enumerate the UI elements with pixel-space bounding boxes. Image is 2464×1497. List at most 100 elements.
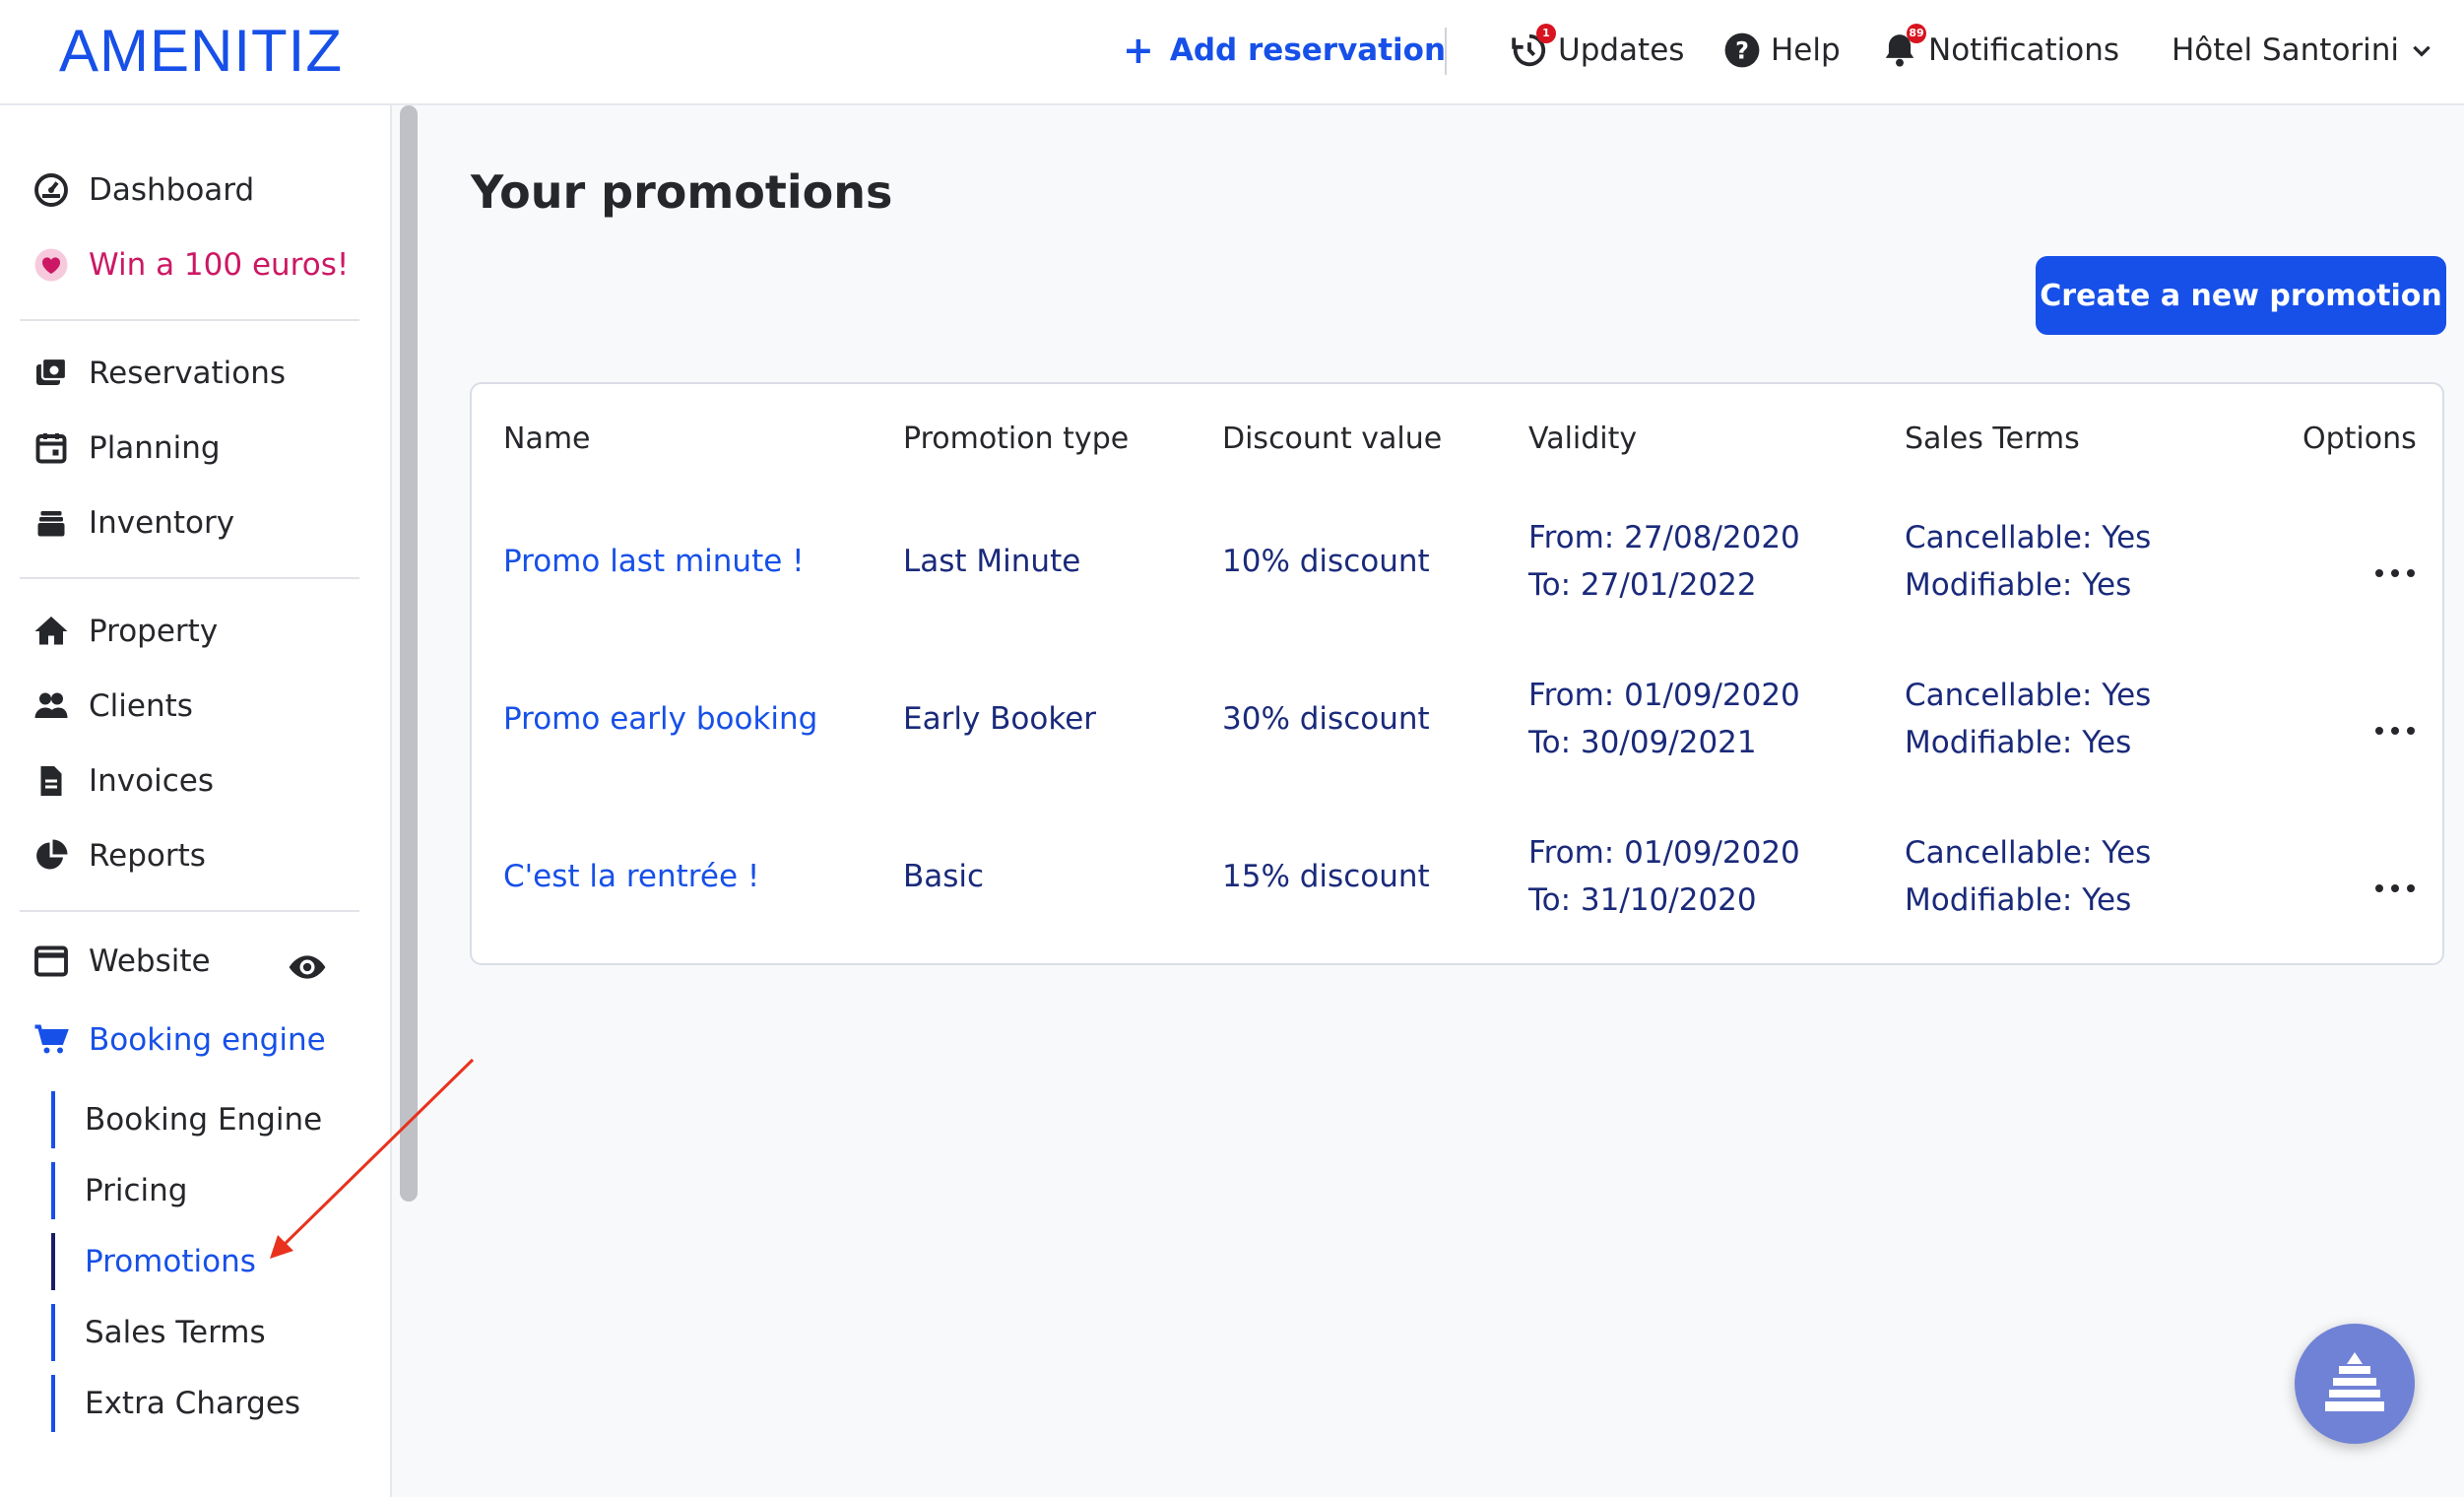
promotion-name-link[interactable]: Promo early booking bbox=[503, 695, 817, 743]
plus-icon: + bbox=[1123, 29, 1154, 72]
sidebar-item-label: Reports bbox=[89, 838, 206, 874]
sales-term-modifiable: Modifiable: Yes bbox=[1905, 882, 2132, 918]
question-circle-icon: ? bbox=[1723, 32, 1761, 69]
svg-text:?: ? bbox=[1735, 37, 1749, 65]
promotion-type: Basic bbox=[903, 859, 985, 894]
reservations-icon bbox=[36, 357, 68, 385]
help-button[interactable]: ? Help bbox=[1723, 26, 1841, 75]
sales-term-modifiable: Modifiable: Yes bbox=[1905, 567, 2132, 603]
discount-value: 30% discount bbox=[1222, 701, 1430, 737]
sidebar-item-label: Property bbox=[89, 614, 219, 649]
column-header-name: Name bbox=[503, 422, 591, 456]
promotions-table: Name Promotion type Discount value Valid… bbox=[470, 382, 2444, 965]
sidebar-item-inventory[interactable]: Inventory bbox=[33, 501, 234, 545]
sidebar-item-planning[interactable]: Planning bbox=[33, 426, 221, 470]
submenu-item-label: Extra Charges bbox=[85, 1386, 301, 1421]
updates-badge: 1 bbox=[1536, 24, 1556, 43]
validity-from: From: 27/08/2020 bbox=[1528, 520, 1800, 555]
sidebar-item-label: Website bbox=[89, 944, 211, 979]
dashboard-gauge-icon bbox=[34, 173, 68, 207]
submenu-item-label: Pricing bbox=[85, 1173, 188, 1208]
users-icon bbox=[34, 692, 68, 718]
sales-term-modifiable: Modifiable: Yes bbox=[1905, 725, 2132, 760]
sidebar-item-label: Invoices bbox=[89, 763, 214, 799]
discount-value: 15% discount bbox=[1222, 859, 1430, 894]
sidebar-scrollbar[interactable] bbox=[400, 105, 418, 1202]
column-header-promotion-type: Promotion type bbox=[903, 422, 1130, 456]
history-icon: 1 bbox=[1511, 24, 1556, 69]
sidebar-item-label: Reservations bbox=[89, 356, 287, 391]
sidebar-item-label: Booking engine bbox=[89, 1022, 326, 1058]
annotation-arrow bbox=[270, 1058, 475, 1259]
validity-to: To: 31/10/2020 bbox=[1528, 882, 1757, 918]
notifications-badge: 89 bbox=[1907, 24, 1926, 43]
column-header-discount-value: Discount value bbox=[1222, 422, 1443, 456]
pie-chart-icon bbox=[36, 839, 68, 870]
more-options-icon[interactable] bbox=[2375, 879, 2415, 898]
invoice-document-icon bbox=[40, 766, 62, 796]
sidebar-item-win-100-euros[interactable]: Win a 100 euros! bbox=[33, 243, 349, 287]
more-options-icon[interactable] bbox=[2375, 563, 2415, 583]
sidebar-item-reservations[interactable]: Reservations bbox=[33, 352, 286, 395]
amenitiz-logo[interactable]: AMENITIZ bbox=[59, 20, 343, 83]
submenu-item-sales-terms[interactable]: Sales Terms bbox=[51, 1304, 266, 1361]
promotion-type: Early Booker bbox=[903, 701, 1097, 737]
help-label: Help bbox=[1771, 33, 1841, 68]
validity-to: To: 30/09/2021 bbox=[1528, 725, 1757, 760]
promotion-name-link[interactable]: Promo last minute ! bbox=[503, 538, 805, 585]
bell-icon: 89 bbox=[1881, 24, 1926, 69]
submenu-item-label: Promotions bbox=[85, 1244, 256, 1279]
calendar-icon bbox=[35, 433, 67, 464]
notifications-label: Notifications bbox=[1928, 33, 2120, 68]
pagoda-icon bbox=[2325, 1352, 2384, 1411]
column-header-options: Options bbox=[2302, 422, 2417, 456]
sales-term-cancellable: Cancellable: Yes bbox=[1905, 835, 2152, 871]
validity-to: To: 27/01/2022 bbox=[1528, 567, 1757, 603]
browser-window-icon bbox=[34, 945, 68, 977]
sidebar-item-label: Inventory bbox=[89, 505, 235, 541]
inventory-stack-icon bbox=[37, 511, 65, 537]
column-header-sales-terms: Sales Terms bbox=[1905, 422, 2080, 456]
sidebar-item-label: Clients bbox=[89, 688, 193, 724]
validity-from: From: 01/09/2020 bbox=[1528, 835, 1800, 871]
create-promotion-button[interactable]: Create a new promotion bbox=[2036, 256, 2446, 335]
updates-label: Updates bbox=[1558, 33, 1685, 68]
page-title: Your promotions bbox=[471, 165, 893, 219]
sidebar-item-clients[interactable]: Clients bbox=[33, 684, 193, 728]
sidebar-item-label: Win a 100 euros! bbox=[89, 247, 350, 283]
validity-from: From: 01/09/2020 bbox=[1528, 678, 1800, 713]
sidebar-divider bbox=[20, 577, 359, 579]
support-chat-button[interactable] bbox=[2295, 1324, 2415, 1444]
sidebar-item-property[interactable]: Property bbox=[33, 610, 218, 653]
sidebar-item-invoices[interactable]: Invoices bbox=[33, 759, 214, 803]
sidebar-item-website[interactable]: Website bbox=[33, 940, 211, 983]
eye-preview-icon[interactable] bbox=[288, 947, 327, 987]
submenu-item-extra-charges[interactable]: Extra Charges bbox=[51, 1375, 300, 1432]
chevron-down-icon bbox=[2413, 45, 2431, 57]
submenu-item-promotions[interactable]: Promotions bbox=[51, 1233, 256, 1290]
add-reservation-label: Add reservation bbox=[1169, 33, 1447, 68]
more-options-icon[interactable] bbox=[2375, 721, 2415, 741]
submenu-item-pricing[interactable]: Pricing bbox=[51, 1162, 188, 1219]
hotel-name: Hôtel Santorini bbox=[2172, 33, 2400, 68]
shopping-cart-icon bbox=[34, 1024, 69, 1054]
top-header: AMENITIZ + Add reservation 1 Updates ? H… bbox=[0, 0, 2464, 105]
notifications-button[interactable]: 89 Notifications bbox=[1881, 24, 2120, 75]
sidebar-divider bbox=[20, 319, 359, 321]
sales-term-cancellable: Cancellable: Yes bbox=[1905, 520, 2152, 555]
home-icon bbox=[34, 617, 68, 645]
sidebar-item-label: Planning bbox=[89, 430, 221, 466]
promotion-name-link[interactable]: C'est la rentrée ! bbox=[503, 853, 759, 900]
updates-button[interactable]: 1 Updates bbox=[1511, 24, 1685, 75]
hotel-selector[interactable]: Hôtel Santorini bbox=[2172, 26, 2434, 75]
submenu-item-label: Sales Terms bbox=[85, 1315, 266, 1350]
add-reservation-button[interactable]: + Add reservation bbox=[1123, 26, 1446, 75]
heart-icon bbox=[34, 248, 68, 282]
sales-term-cancellable: Cancellable: Yes bbox=[1905, 678, 2152, 713]
sidebar-item-dashboard[interactable]: Dashboard bbox=[33, 168, 254, 212]
sidebar-divider bbox=[20, 910, 359, 912]
column-header-validity: Validity bbox=[1528, 422, 1638, 456]
promotion-type: Last Minute bbox=[903, 544, 1081, 579]
sidebar-item-reports[interactable]: Reports bbox=[33, 834, 206, 878]
discount-value: 10% discount bbox=[1222, 544, 1430, 579]
